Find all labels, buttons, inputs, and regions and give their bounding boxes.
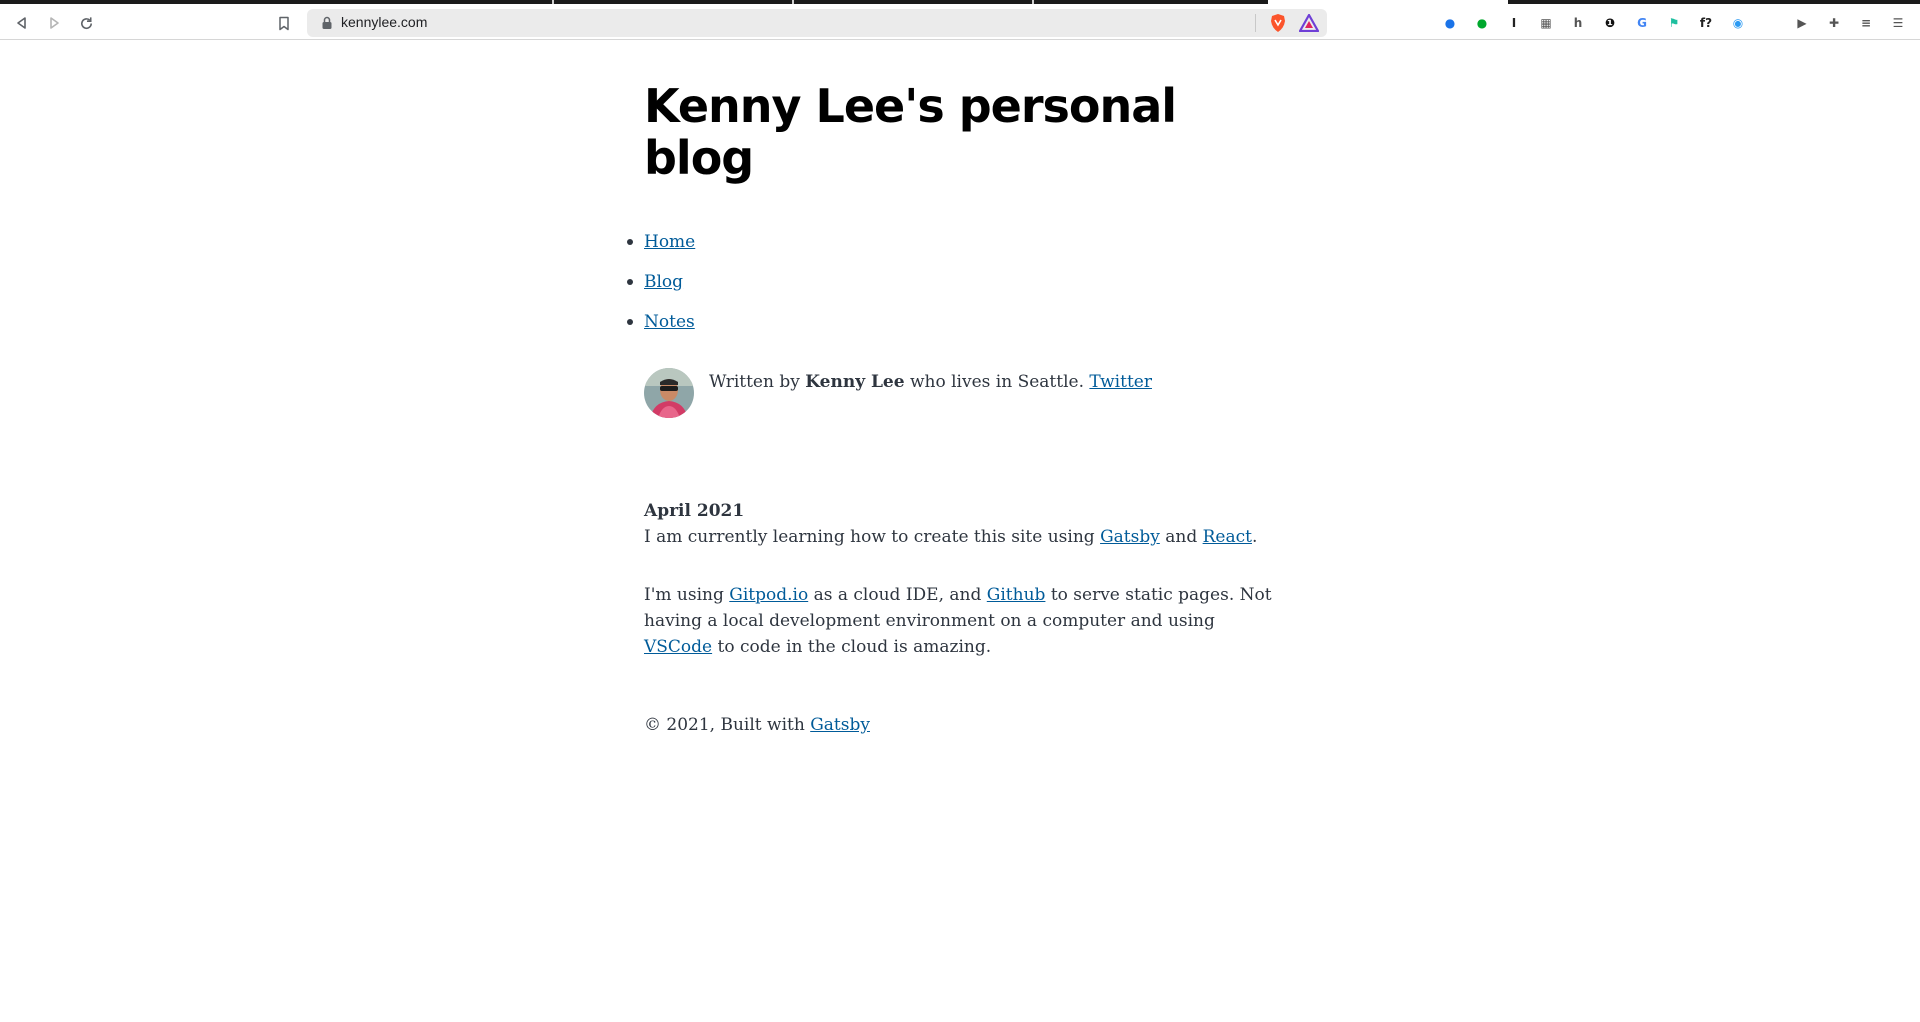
post: April 2021 I am currently learning how t… <box>644 498 1280 692</box>
back-button[interactable] <box>10 11 34 35</box>
bookmark-icon <box>279 16 289 30</box>
extensions-puzzle-icon[interactable]: ✚ <box>1824 13 1844 33</box>
post-text: . <box>1251 527 1258 547</box>
post-paragraph-2: I'm using Gitpod.io as a cloud IDE, and … <box>644 582 1280 660</box>
nav-item-blog: Blog <box>626 270 695 310</box>
video-extension-icon[interactable]: ▶ <box>1792 13 1812 33</box>
blue-circle-extension-icon[interactable]: ◉ <box>1728 13 1748 33</box>
nav-link-notes[interactable]: Notes <box>644 312 695 332</box>
site-nav: Home Blog Notes <box>626 230 695 350</box>
font-finder-icon[interactable]: f? <box>1696 13 1716 33</box>
h-extension-icon[interactable]: h <box>1568 13 1588 33</box>
address-bar[interactable]: kennylee.com <box>307 9 1327 37</box>
footer-text: © 2021, Built with <box>644 715 811 735</box>
react-link[interactable]: React <box>1203 527 1252 547</box>
gitpod-link[interactable]: Gitpod.io <box>729 585 808 605</box>
bio-prefix: Written by <box>709 372 806 392</box>
avatar <box>644 368 694 418</box>
gatsby-link[interactable]: Gatsby <box>1100 527 1160 547</box>
post-date: April 2021 <box>644 501 745 521</box>
post-text: I'm using <box>644 585 730 605</box>
url-text[interactable]: kennylee.com <box>341 14 427 30</box>
post-text: as a cloud IDE, and <box>808 585 987 605</box>
reload-button[interactable] <box>74 11 98 35</box>
browser-toolbar: kennylee.com ● ● I ▦ h ❶ G ⚑ f? ◉ ▶ ✚ ≡ ☰ <box>0 4 1920 40</box>
footer-gatsby-link[interactable]: Gatsby <box>810 715 870 735</box>
1password-like-icon[interactable]: ● <box>1440 13 1460 33</box>
site-footer: © 2021, Built with Gatsby <box>644 712 870 738</box>
nav-item-home: Home <box>626 230 695 270</box>
bio-middle: who lives in Seattle. <box>904 372 1090 392</box>
feather-extension-icon[interactable]: ⚑ <box>1664 13 1684 33</box>
nav-link-blog[interactable]: Blog <box>644 272 683 292</box>
url-separator <box>1255 14 1256 32</box>
reading-list-icon[interactable]: ≡ <box>1856 13 1876 33</box>
forward-button[interactable] <box>42 11 66 35</box>
brave-rewards-icon[interactable] <box>1299 14 1319 32</box>
post-paragraph-1: I am currently learning how to create th… <box>644 524 1280 550</box>
vscode-link[interactable]: VSCode <box>644 637 712 657</box>
nav-item-notes: Notes <box>626 310 695 350</box>
brave-shields-icon[interactable] <box>1269 13 1287 33</box>
post-text: to code in the cloud is amazing. <box>712 637 992 657</box>
evernote-icon[interactable]: ● <box>1472 13 1492 33</box>
onepassword-icon[interactable]: ❶ <box>1600 13 1620 33</box>
avatar-photo <box>644 368 694 418</box>
author-name: Kenny Lee <box>805 372 905 392</box>
instapaper-icon[interactable]: I <box>1504 13 1524 33</box>
author-bio: Written by Kenny Lee who lives in Seattl… <box>644 368 1284 420</box>
lock-icon[interactable] <box>319 15 335 31</box>
twitter-link[interactable]: Twitter <box>1089 372 1152 392</box>
bio-text: Written by Kenny Lee who lives in Seattl… <box>709 370 1152 394</box>
github-link[interactable]: Github <box>987 585 1046 605</box>
reload-icon <box>80 16 92 29</box>
back-icon <box>17 17 26 29</box>
nav-link-home[interactable]: Home <box>644 232 695 252</box>
menu-icon[interactable]: ☰ <box>1888 13 1908 33</box>
google-translate-icon[interactable]: G <box>1632 13 1652 33</box>
site-title: Kenny Lee's personal blog <box>644 79 1177 185</box>
bookmark-button[interactable] <box>272 11 296 35</box>
post-text: and <box>1159 527 1203 547</box>
forward-icon <box>50 17 59 29</box>
qr-code-icon[interactable]: ▦ <box>1536 13 1556 33</box>
post-text: I am currently learning how to create th… <box>644 527 1101 547</box>
